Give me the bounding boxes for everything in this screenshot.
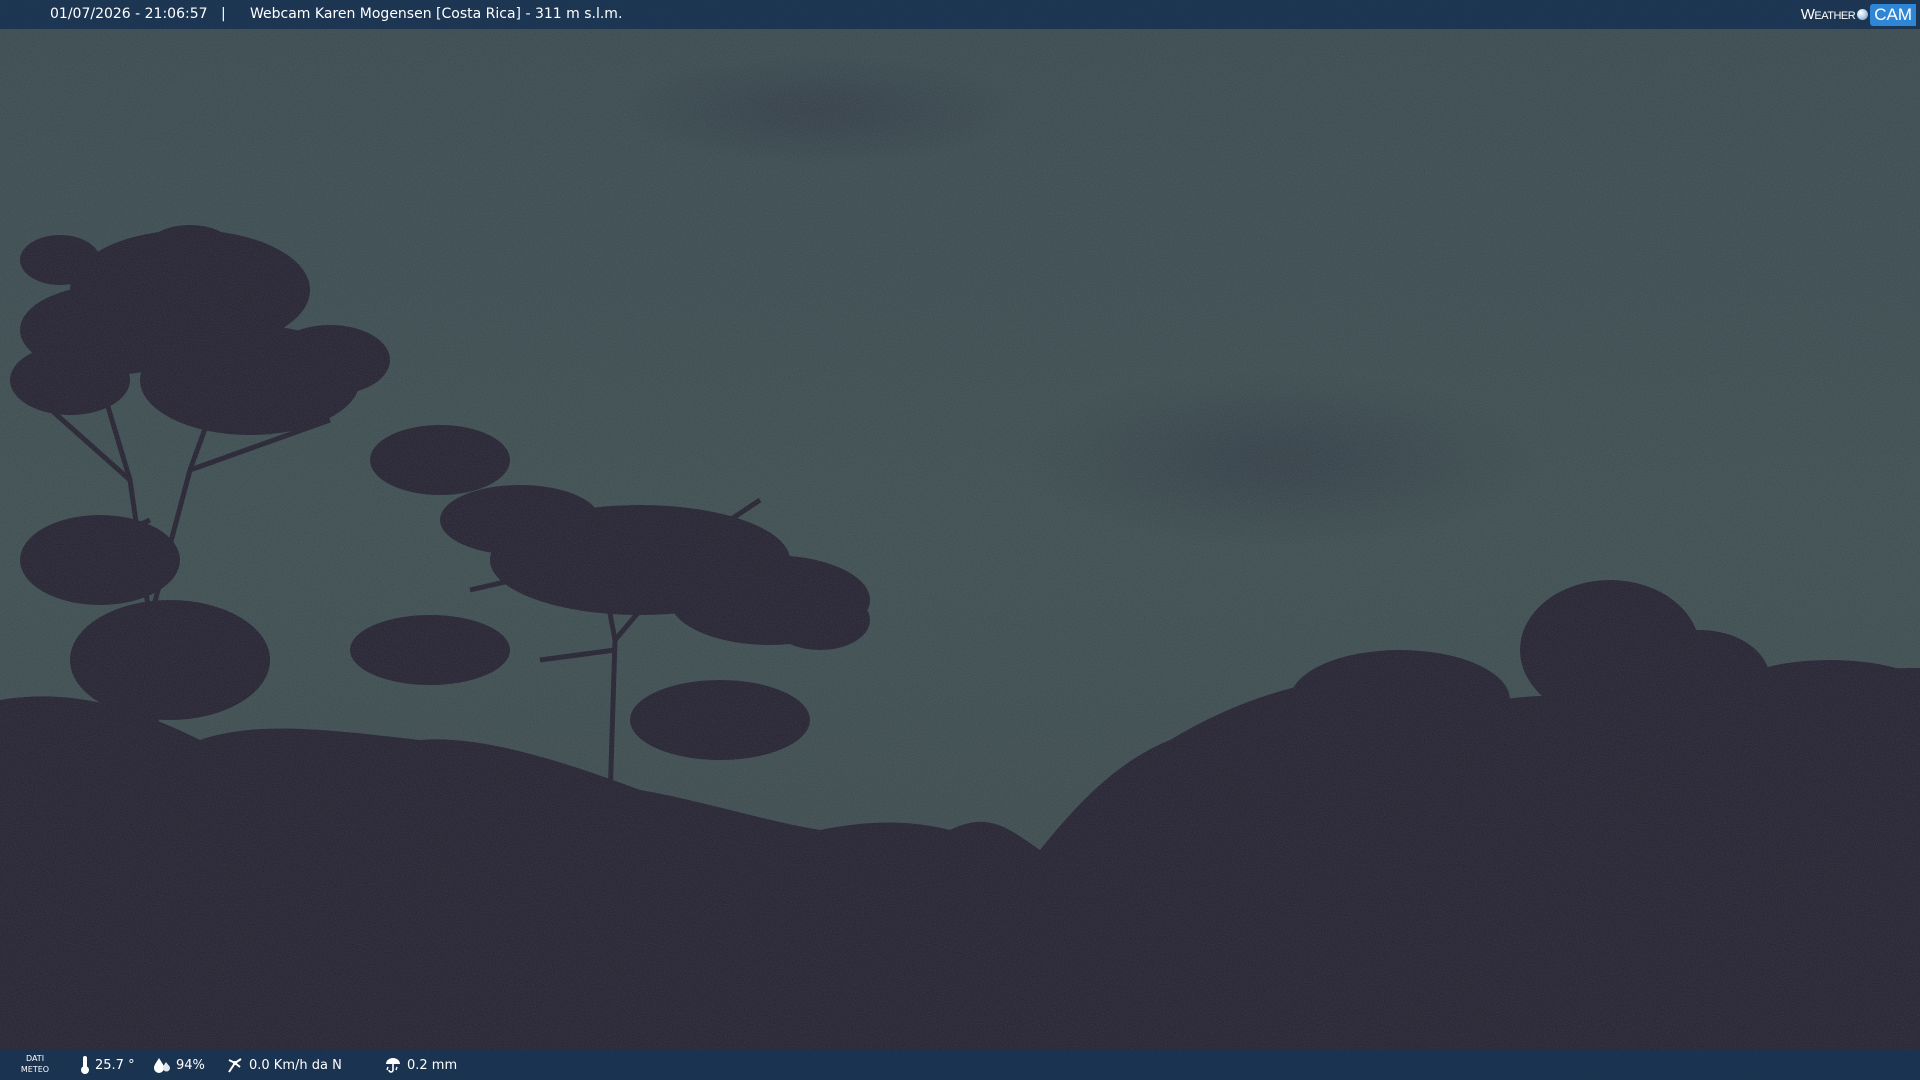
weather-data-bar: DATI METEO 25.7 ° 94% 0.0 Km/h da N 0.2 … — [0, 1050, 1920, 1080]
logo-weather-text: Weather — [1800, 6, 1856, 23]
title-separator: | — [221, 6, 226, 22]
wind-value: 0.0 Km/h da N — [249, 1057, 342, 1073]
webcam-scene — [0, 0, 1920, 1080]
webcam-title: Webcam Karen Mogensen [Costa Rica] - 311… — [250, 6, 623, 22]
logo-cam-text: CAM — [1870, 3, 1916, 26]
webcam-frame: 01/07/2026 - 21:06:57 | Webcam Karen Mog… — [0, 0, 1920, 1080]
wind-icon — [226, 1056, 244, 1074]
temperature-value: 25.7 ° — [95, 1057, 135, 1073]
humidity-reading: 94% — [153, 1050, 205, 1080]
rain-icon — [384, 1056, 402, 1074]
wind-reading: 0.0 Km/h da N — [226, 1050, 342, 1080]
rain-reading: 0.2 mm — [384, 1050, 457, 1080]
weathercam-logo: Weather CAM — [1801, 0, 1916, 29]
rain-value: 0.2 mm — [407, 1057, 458, 1073]
thermometer-icon — [80, 1055, 90, 1075]
logo-dot-icon — [1857, 9, 1869, 20]
sensor-noise — [0, 0, 1920, 1080]
humidity-drop-icon — [153, 1056, 171, 1074]
weather-data-label-line1: DATI — [25, 1054, 45, 1063]
weather-data-label-line2: METEO — [20, 1065, 50, 1074]
weather-data-label: DATI METEO — [18, 1053, 52, 1075]
humidity-value: 94% — [176, 1057, 205, 1073]
temperature-reading: 25.7 ° — [80, 1050, 135, 1080]
timestamp: 01/07/2026 - 21:06:57 — [50, 6, 208, 22]
header-overlay-bar: 01/07/2026 - 21:06:57 | Webcam Karen Mog… — [0, 0, 1920, 29]
